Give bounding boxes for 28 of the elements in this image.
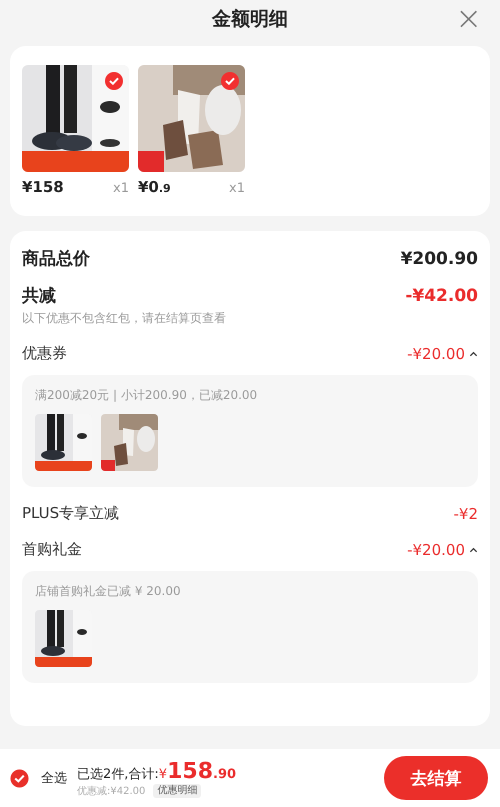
discount-label: 共减 — [22, 285, 56, 307]
checkout-button[interactable]: 去结算 — [384, 756, 488, 800]
discount-value: -¥42.00 — [405, 286, 478, 306]
discount-item-value: -¥20.00 — [407, 344, 465, 362]
product-quantity: x1 — [229, 181, 245, 196]
total-value: ¥200.90 — [400, 248, 478, 268]
discount-detail: 满200减20元 | 小计200.90，已减20.00 — [35, 387, 258, 404]
product-price: ¥158 — [22, 178, 64, 196]
total-price: ¥158.90 — [158, 758, 236, 784]
product-quantity: x1 — [113, 181, 129, 196]
discount-note: 以下优惠不包含红包，请在结算页查看 — [22, 310, 227, 327]
sheet-title: 金额明细 — [212, 7, 288, 32]
select-all-label[interactable]: 全选 — [41, 769, 67, 787]
selected-total-label: 已选2件,合计: — [77, 766, 159, 782]
discount-item-value: -¥20.00 — [407, 540, 465, 558]
discount-item-value: -¥2 — [454, 504, 478, 522]
discount-item-label: PLUS专享立减 — [22, 504, 120, 523]
total-label: 商品总价 — [22, 248, 90, 270]
product-price: ¥0.9 — [138, 178, 171, 196]
caret-icon[interactable] — [469, 350, 478, 356]
close-button[interactable]: × — [455, 2, 482, 34]
discount-item-label: 优惠券 — [22, 344, 67, 363]
discount-detail: 店铺首购礼金已减 ¥ 20.00 — [35, 583, 182, 600]
caret-icon[interactable] — [469, 546, 478, 552]
saved-amount: 优惠减:¥42.00 — [77, 784, 146, 798]
discount-details-button[interactable]: 优惠明细 — [153, 784, 202, 798]
checkbox[interactable] — [10, 768, 29, 788]
discount-item-label: 首购礼金 — [22, 540, 82, 559]
